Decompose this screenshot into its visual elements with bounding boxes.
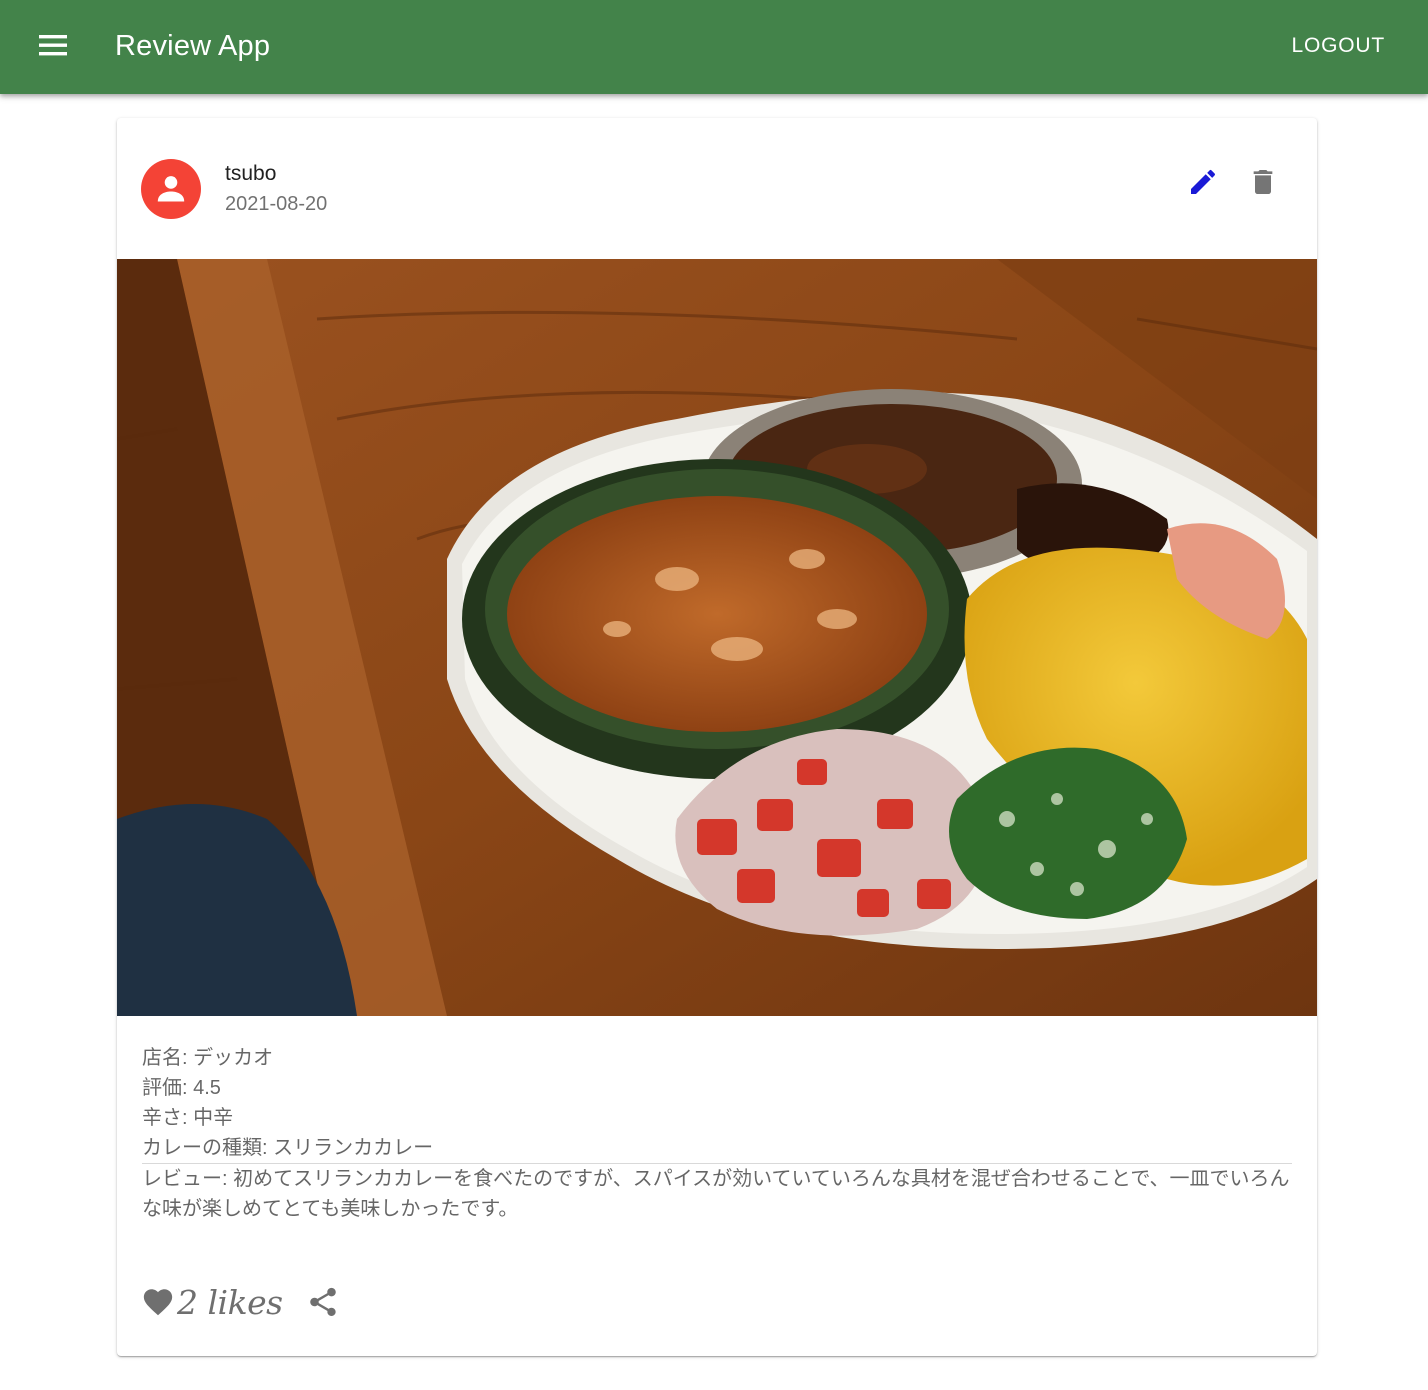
trash-icon bbox=[1253, 170, 1273, 194]
pencil-icon bbox=[1191, 169, 1216, 194]
app-bar: Review App LOGOUT bbox=[0, 0, 1428, 94]
menu-button[interactable] bbox=[28, 22, 80, 70]
app-title: Review App bbox=[115, 30, 271, 62]
review-text: レビュー: 初めてスリランカカレーを食べたのですが、スパイスが効いていていろんな… bbox=[142, 1163, 1292, 1224]
shop-name: 店名: デッカオ bbox=[142, 1047, 274, 1069]
account-circle-icon bbox=[157, 176, 185, 202]
menu-icon bbox=[39, 35, 67, 56]
review-photo bbox=[117, 259, 1317, 1016]
card-actions: 2 likes bbox=[141, 1278, 343, 1326]
share-button[interactable] bbox=[303, 1278, 343, 1326]
delete-button[interactable] bbox=[1239, 158, 1287, 206]
heart-icon bbox=[143, 1289, 173, 1316]
avatar bbox=[141, 159, 201, 219]
logout-button[interactable]: LOGOUT bbox=[1279, 26, 1398, 66]
review-details: 店名: デッカオ 評価: 4.5 辛さ: 中辛 カレーの種類: スリランカカレー… bbox=[142, 1043, 1292, 1224]
username: tsubo bbox=[225, 162, 277, 185]
spiciness: 辛さ: 中辛 bbox=[142, 1107, 234, 1129]
share-icon bbox=[309, 1287, 336, 1317]
review-date: 2021-08-20 bbox=[225, 193, 328, 215]
edit-button[interactable] bbox=[1179, 158, 1227, 206]
review-card: tsubo 2021-08-20 店名: デッカオ 評価: 4.5 辛さ: 中辛… bbox=[117, 118, 1317, 1356]
like-button[interactable]: 2 likes bbox=[141, 1278, 283, 1326]
curry-type: カレーの種類: スリランカカレー bbox=[142, 1137, 434, 1159]
rating: 評価: 4.5 bbox=[142, 1077, 221, 1099]
likes-count: 2 likes bbox=[177, 1282, 283, 1322]
